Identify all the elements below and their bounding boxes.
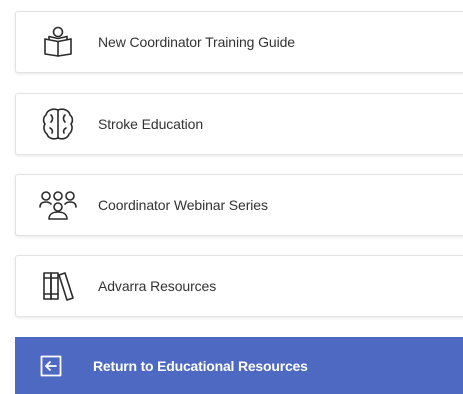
menu-item-advarra-resources[interactable]: Advarra Resources	[15, 255, 463, 317]
menu-item-label: New Coordinator Training Guide	[98, 34, 295, 50]
group-people-icon	[38, 185, 78, 225]
menu-item-label: Stroke Education	[98, 116, 204, 132]
reader-book-icon	[38, 22, 78, 62]
menu-item-stroke-education[interactable]: Stroke Education	[15, 93, 463, 155]
menu-item-label: Advarra Resources	[98, 278, 217, 294]
menu-item-training-guide[interactable]: New Coordinator Training Guide	[15, 11, 463, 73]
return-to-educational-resources-button[interactable]: Return to Educational Resources	[15, 337, 463, 394]
resource-menu: New Coordinator Training Guide Stroke Ed…	[0, 0, 463, 394]
brain-icon	[38, 104, 78, 144]
menu-item-webinar-series[interactable]: Coordinator Webinar Series	[15, 174, 463, 236]
return-button-label: Return to Educational Resources	[93, 357, 308, 374]
arrow-left-box-icon	[40, 355, 62, 377]
library-books-icon	[38, 266, 78, 306]
menu-item-label: Coordinator Webinar Series	[98, 197, 268, 213]
